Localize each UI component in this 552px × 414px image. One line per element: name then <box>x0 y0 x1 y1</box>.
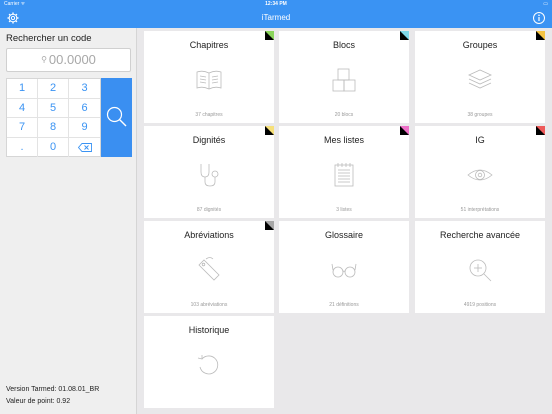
tile-title: Groupes <box>462 40 498 50</box>
tile-mes-listes[interactable]: Mes listes 3 listes <box>279 126 409 218</box>
key-5[interactable]: 5 <box>38 98 69 118</box>
tile-ig[interactable]: IG 51 interprétations <box>415 126 545 218</box>
notepad-icon <box>334 163 354 187</box>
blocks-icon <box>332 68 356 92</box>
corner-marker <box>536 126 545 135</box>
tile-title: Blocs <box>332 40 355 50</box>
tile-count: 20 blocs <box>334 112 354 118</box>
search-panel: Rechercher un code ⚲ 00.0000 1 2 3 4 5 6 … <box>0 28 137 414</box>
status-bar: Carrier ᯤ 12:34 PM ▭ <box>0 0 552 9</box>
tile-title: Recherche avancée <box>439 230 521 240</box>
info-icon[interactable] <box>532 11 546 25</box>
glasses-icon <box>331 263 357 278</box>
key-0[interactable]: 0 <box>38 137 69 157</box>
tile-blocs[interactable]: Blocs 20 blocs <box>279 31 409 123</box>
search-icon: ⚲ <box>41 55 47 64</box>
zoom-in-icon <box>469 259 492 282</box>
key-9[interactable]: 9 <box>69 118 100 138</box>
point-value-label: Valeur de point: 0.92 <box>6 398 71 405</box>
stethoscope-icon <box>200 164 219 187</box>
search-label: Rechercher un code <box>6 33 92 44</box>
nav-bar: iTarmed <box>0 9 552 28</box>
book-icon <box>196 70 222 90</box>
search-icon <box>106 106 127 127</box>
tile-historique[interactable]: Historique <box>144 316 274 408</box>
layers-icon <box>468 69 492 89</box>
tile-count: 38 groupes <box>467 112 493 118</box>
key-8[interactable]: 8 <box>38 118 69 138</box>
tile-count: 21 définitions <box>329 302 359 308</box>
tile-recherche-avancee[interactable]: Recherche avancée 4919 positions <box>415 221 545 313</box>
tile-title: Historique <box>188 325 230 335</box>
key-3[interactable]: 3 <box>69 79 100 99</box>
key-6[interactable]: 6 <box>69 99 100 118</box>
tile-count: 37 chapitres <box>195 112 223 118</box>
gear-icon[interactable] <box>6 11 20 25</box>
eye-icon <box>467 169 493 181</box>
tile-count: 103 abréviations <box>190 302 228 308</box>
backspace-icon <box>77 142 92 152</box>
code-placeholder: 00.0000 <box>48 52 96 67</box>
tile-glossaire[interactable]: Glossaire 21 définitions <box>279 221 409 313</box>
key-1[interactable]: 1 <box>7 79 38 99</box>
code-input[interactable]: ⚲ 00.0000 <box>6 48 131 72</box>
corner-marker <box>265 126 274 135</box>
version-label: Version Tarmed: 01.08.01_BR <box>6 386 100 393</box>
tile-count: 51 interprétations <box>460 207 500 213</box>
tile-title: Glossaire <box>324 230 363 240</box>
backspace-key[interactable] <box>69 138 100 158</box>
battery-icon: ▭ <box>543 1 548 7</box>
history-icon <box>197 355 219 375</box>
search-button[interactable] <box>101 78 132 157</box>
corner-marker <box>400 31 409 40</box>
tile-abreviations[interactable]: Abréviations 103 abréviations <box>144 221 274 313</box>
tile-title: Dignités <box>192 135 226 145</box>
tile-count: 3 listes <box>336 207 352 213</box>
tile-count: 4919 positions <box>463 302 497 308</box>
key-7[interactable]: 7 <box>7 118 38 138</box>
tile-title: Mes listes <box>323 135 364 145</box>
tag-icon <box>198 257 220 281</box>
key-2[interactable]: 2 <box>38 79 69 99</box>
tile-title: IG <box>475 135 485 145</box>
corner-marker <box>265 221 274 230</box>
tile-title: Abréviations <box>184 230 234 240</box>
clock: 12:34 PM <box>265 1 287 7</box>
tile-title: Chapitres <box>189 40 229 50</box>
key-dot[interactable]: . <box>7 137 38 157</box>
corner-marker <box>400 126 409 135</box>
tile-count: 87 dignités <box>196 207 222 213</box>
tile-groupes[interactable]: Groupes 38 groupes <box>415 31 545 123</box>
corner-marker <box>265 31 274 40</box>
corner-marker <box>536 31 545 40</box>
tile-chapitres[interactable]: Chapitres 37 chapitres <box>144 31 274 123</box>
app-title: iTarmed <box>261 13 291 22</box>
tile-dignites[interactable]: Dignités 87 dignités <box>144 126 274 218</box>
numeric-keypad: 1 2 3 4 5 6 7 8 9 . 0 <box>6 78 101 157</box>
key-4[interactable]: 4 <box>7 98 38 118</box>
